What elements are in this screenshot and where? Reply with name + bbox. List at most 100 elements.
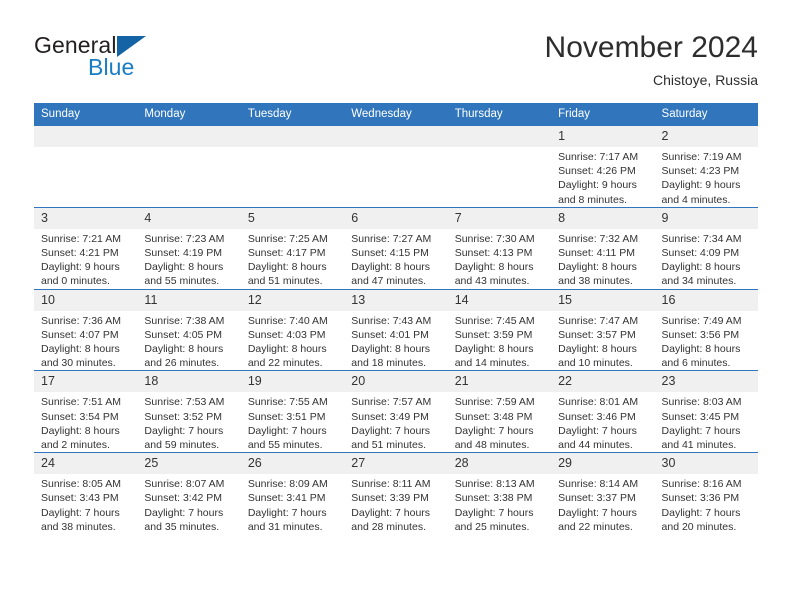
calendar-day-cell-empty	[240, 125, 345, 208]
sunrise-text: Sunrise: 8:07 AM	[144, 478, 225, 491]
daylight-text-line1: Daylight: 9 hours	[661, 179, 741, 192]
day-number: 19	[240, 371, 345, 393]
calendar-day-cell[interactable]: 23 Sunrise: 8:03 AM Sunset: 3:45 PM Dayligh…	[654, 370, 758, 453]
sunrise-text: Sunrise: 8:16 AM	[661, 478, 742, 491]
daylight-text-line1: Daylight: 7 hours	[247, 424, 327, 437]
weekday-header-wednesday: Wednesday	[344, 103, 448, 126]
calendar-day-cell[interactable]: 3 Sunrise: 7:21 AM Sunset: 4:21 PM Daylight…	[34, 206, 138, 290]
daylight-text-line2: and 38 minutes.	[558, 275, 633, 288]
day-details: Sunrise: 7:57 AM Sunset: 3:49 PM Daylight:…	[344, 392, 447, 452]
daylight-text-line2: and 20 minutes.	[661, 520, 737, 533]
day-number: 15	[551, 289, 655, 311]
calendar-day-cell[interactable]: 6 Sunrise: 7:27 AM Sunset: 4:15 PM Daylight…	[344, 206, 448, 290]
daylight-text-line1: Daylight: 8 hours	[144, 343, 224, 356]
calendar-day-cell[interactable]: 7 Sunrise: 7:30 AM Sunset: 4:13 PM Daylight…	[447, 206, 552, 290]
daylight-text-line2: and 48 minutes.	[454, 439, 530, 452]
calendar-page: General Blue November 2024 Chistoye, Rus…	[0, 0, 792, 612]
sunrise-text: Sunrise: 7:47 AM	[558, 314, 639, 327]
day-number: 17	[34, 371, 138, 393]
calendar-day-cell[interactable]: 4 Sunrise: 7:23 AM Sunset: 4:19 PM Daylight…	[137, 206, 241, 290]
calendar-week-row: 10 Sunrise: 7:36 AM Sunset: 4:07 PM Dayligh…	[34, 288, 758, 371]
day-details: Sunrise: 8:03 AM Sunset: 3:45 PM Daylight:…	[655, 392, 758, 452]
sunrise-text: Sunrise: 7:27 AM	[351, 232, 432, 245]
sunrise-text: Sunrise: 7:40 AM	[247, 314, 328, 327]
weekday-header-saturday: Saturday	[654, 103, 758, 126]
sunrise-text: Sunrise: 8:03 AM	[661, 396, 742, 409]
day-details: Sunrise: 7:34 AM Sunset: 4:09 PM Daylight:…	[655, 229, 758, 289]
sunrise-text: Sunrise: 8:14 AM	[558, 478, 639, 491]
sunset-text: Sunset: 3:48 PM	[454, 410, 533, 423]
day-number: 9	[654, 207, 758, 229]
day-details: Sunrise: 8:05 AM Sunset: 3:43 PM Daylight:…	[34, 474, 137, 534]
day-details: Sunrise: 7:53 AM Sunset: 3:52 PM Daylight:…	[137, 392, 240, 452]
daylight-text-line1: Daylight: 7 hours	[558, 424, 637, 437]
daylight-text-line2: and 2 minutes.	[41, 439, 110, 452]
sunset-text: Sunset: 3:42 PM	[144, 492, 223, 505]
calendar-day-cell[interactable]: 17 Sunrise: 7:51 AM Sunset: 3:54 PM Dayligh…	[34, 370, 138, 453]
daylight-text-line1: Daylight: 7 hours	[558, 506, 637, 519]
calendar-day-cell[interactable]: 9 Sunrise: 7:34 AM Sunset: 4:09 PM Daylight…	[654, 206, 758, 290]
weekday-header-thursday: Thursday	[447, 103, 552, 126]
calendar-day-cell[interactable]: 21 Sunrise: 7:59 AM Sunset: 3:48 PM Dayligh…	[447, 370, 552, 453]
weekday-header-friday: Friday	[551, 103, 655, 126]
sunset-text: Sunset: 4:07 PM	[41, 328, 119, 341]
calendar-day-cell[interactable]: 30 Sunrise: 8:16 AM Sunset: 3:36 PM Dayligh…	[654, 452, 758, 535]
calendar-day-cell[interactable]: 22 Sunrise: 8:01 AM Sunset: 3:46 PM Dayligh…	[551, 370, 655, 453]
sunset-text: Sunset: 3:39 PM	[351, 492, 429, 505]
sunset-text: Sunset: 3:37 PM	[558, 492, 636, 505]
calendar-day-cell[interactable]: 11 Sunrise: 7:38 AM Sunset: 4:05 PM Dayligh…	[137, 288, 241, 371]
title-block: November 2024 Chistoye, Russia	[545, 30, 758, 90]
brand-logo[interactable]: General Blue	[34, 30, 274, 90]
calendar-day-cell[interactable]: 14 Sunrise: 7:45 AM Sunset: 3:59 PM Dayligh…	[447, 288, 552, 371]
calendar-day-cell[interactable]: 19 Sunrise: 7:55 AM Sunset: 3:51 PM Dayligh…	[240, 370, 345, 453]
sunrise-text: Sunrise: 7:38 AM	[144, 314, 225, 327]
calendar-day-cell[interactable]: 27 Sunrise: 8:11 AM Sunset: 3:39 PM Dayligh…	[344, 452, 448, 535]
calendar-day-cell[interactable]: 25 Sunrise: 8:07 AM Sunset: 3:42 PM Dayligh…	[137, 452, 241, 535]
day-details: Sunrise: 7:23 AM Sunset: 4:19 PM Daylight:…	[137, 229, 240, 289]
day-number: 29	[551, 453, 655, 475]
calendar-day-cell[interactable]: 16 Sunrise: 7:49 AM Sunset: 3:56 PM Dayligh…	[654, 288, 758, 371]
calendar-day-cell[interactable]: 12 Sunrise: 7:40 AM Sunset: 4:03 PM Dayligh…	[240, 288, 345, 371]
weekday-header-monday: Monday	[137, 103, 241, 126]
daylight-text-line2: and 6 minutes.	[661, 357, 731, 370]
day-details: Sunrise: 8:09 AM Sunset: 3:41 PM Daylight:…	[241, 474, 344, 534]
sunset-text: Sunset: 4:26 PM	[558, 165, 636, 178]
daylight-text-line1: Daylight: 9 hours	[41, 261, 120, 274]
daylight-text-line2: and 26 minutes.	[144, 357, 220, 370]
calendar-day-cell[interactable]: 10 Sunrise: 7:36 AM Sunset: 4:07 PM Dayligh…	[34, 288, 138, 371]
sunset-text: Sunset: 4:13 PM	[454, 247, 533, 260]
sunset-text: Sunset: 3:57 PM	[558, 328, 636, 341]
calendar-day-cell[interactable]: 20 Sunrise: 7:57 AM Sunset: 3:49 PM Dayligh…	[344, 370, 448, 453]
daylight-text-line1: Daylight: 7 hours	[661, 424, 741, 437]
daylight-text-line1: Daylight: 8 hours	[351, 261, 431, 274]
calendar-day-cell[interactable]: 13 Sunrise: 7:43 AM Sunset: 4:01 PM Dayligh…	[344, 288, 448, 371]
calendar-day-cell[interactable]: 24 Sunrise: 8:05 AM Sunset: 3:43 PM Dayligh…	[34, 452, 138, 535]
calendar-day-cell[interactable]: 8 Sunrise: 7:32 AM Sunset: 4:11 PM Daylight…	[551, 206, 655, 290]
sunset-text: Sunset: 4:23 PM	[661, 165, 740, 178]
calendar-day-cell[interactable]: 5 Sunrise: 7:25 AM Sunset: 4:17 PM Daylight…	[240, 206, 345, 290]
daylight-text-line2: and 30 minutes.	[41, 357, 116, 370]
brand-name-blue: Blue	[88, 54, 135, 80]
day-details: Sunrise: 7:27 AM Sunset: 4:15 PM Daylight:…	[344, 229, 447, 289]
calendar-day-cell-empty	[34, 125, 138, 208]
calendar-day-cell[interactable]: 2 Sunrise: 7:19 AM Sunset: 4:23 PM Daylight…	[654, 125, 758, 208]
calendar-day-cell[interactable]: 28 Sunrise: 8:13 AM Sunset: 3:38 PM Dayligh…	[447, 452, 552, 535]
day-details: Sunrise: 7:43 AM Sunset: 4:01 PM Daylight:…	[344, 311, 447, 371]
calendar-week-row: 1 Sunrise: 7:17 AM Sunset: 4:26 PM Daylight…	[34, 125, 758, 208]
daylight-text-line2: and 41 minutes.	[661, 439, 737, 452]
daylight-text-line1: Daylight: 8 hours	[144, 261, 224, 274]
sunrise-text: Sunrise: 8:05 AM	[41, 478, 121, 491]
calendar-day-cell[interactable]: 26 Sunrise: 8:09 AM Sunset: 3:41 PM Dayligh…	[240, 452, 345, 535]
calendar-day-cell-empty	[447, 125, 552, 208]
calendar-day-cell[interactable]: 18 Sunrise: 7:53 AM Sunset: 3:52 PM Dayligh…	[137, 370, 241, 453]
calendar-day-cell[interactable]: 29 Sunrise: 8:14 AM Sunset: 3:37 PM Dayligh…	[551, 452, 655, 535]
day-number: 22	[551, 371, 655, 393]
sunset-text: Sunset: 3:56 PM	[661, 328, 740, 341]
sunset-text: Sunset: 3:49 PM	[351, 410, 429, 423]
day-number: 20	[344, 371, 448, 393]
calendar-day-cell[interactable]: 15 Sunrise: 7:47 AM Sunset: 3:57 PM Dayligh…	[551, 288, 655, 371]
page-subtitle: Chistoye, Russia	[652, 72, 758, 88]
sunrise-text: Sunrise: 7:59 AM	[454, 396, 535, 409]
calendar-day-cell[interactable]: 1 Sunrise: 7:17 AM Sunset: 4:26 PM Daylight…	[551, 125, 655, 208]
day-number: 7	[447, 207, 552, 229]
